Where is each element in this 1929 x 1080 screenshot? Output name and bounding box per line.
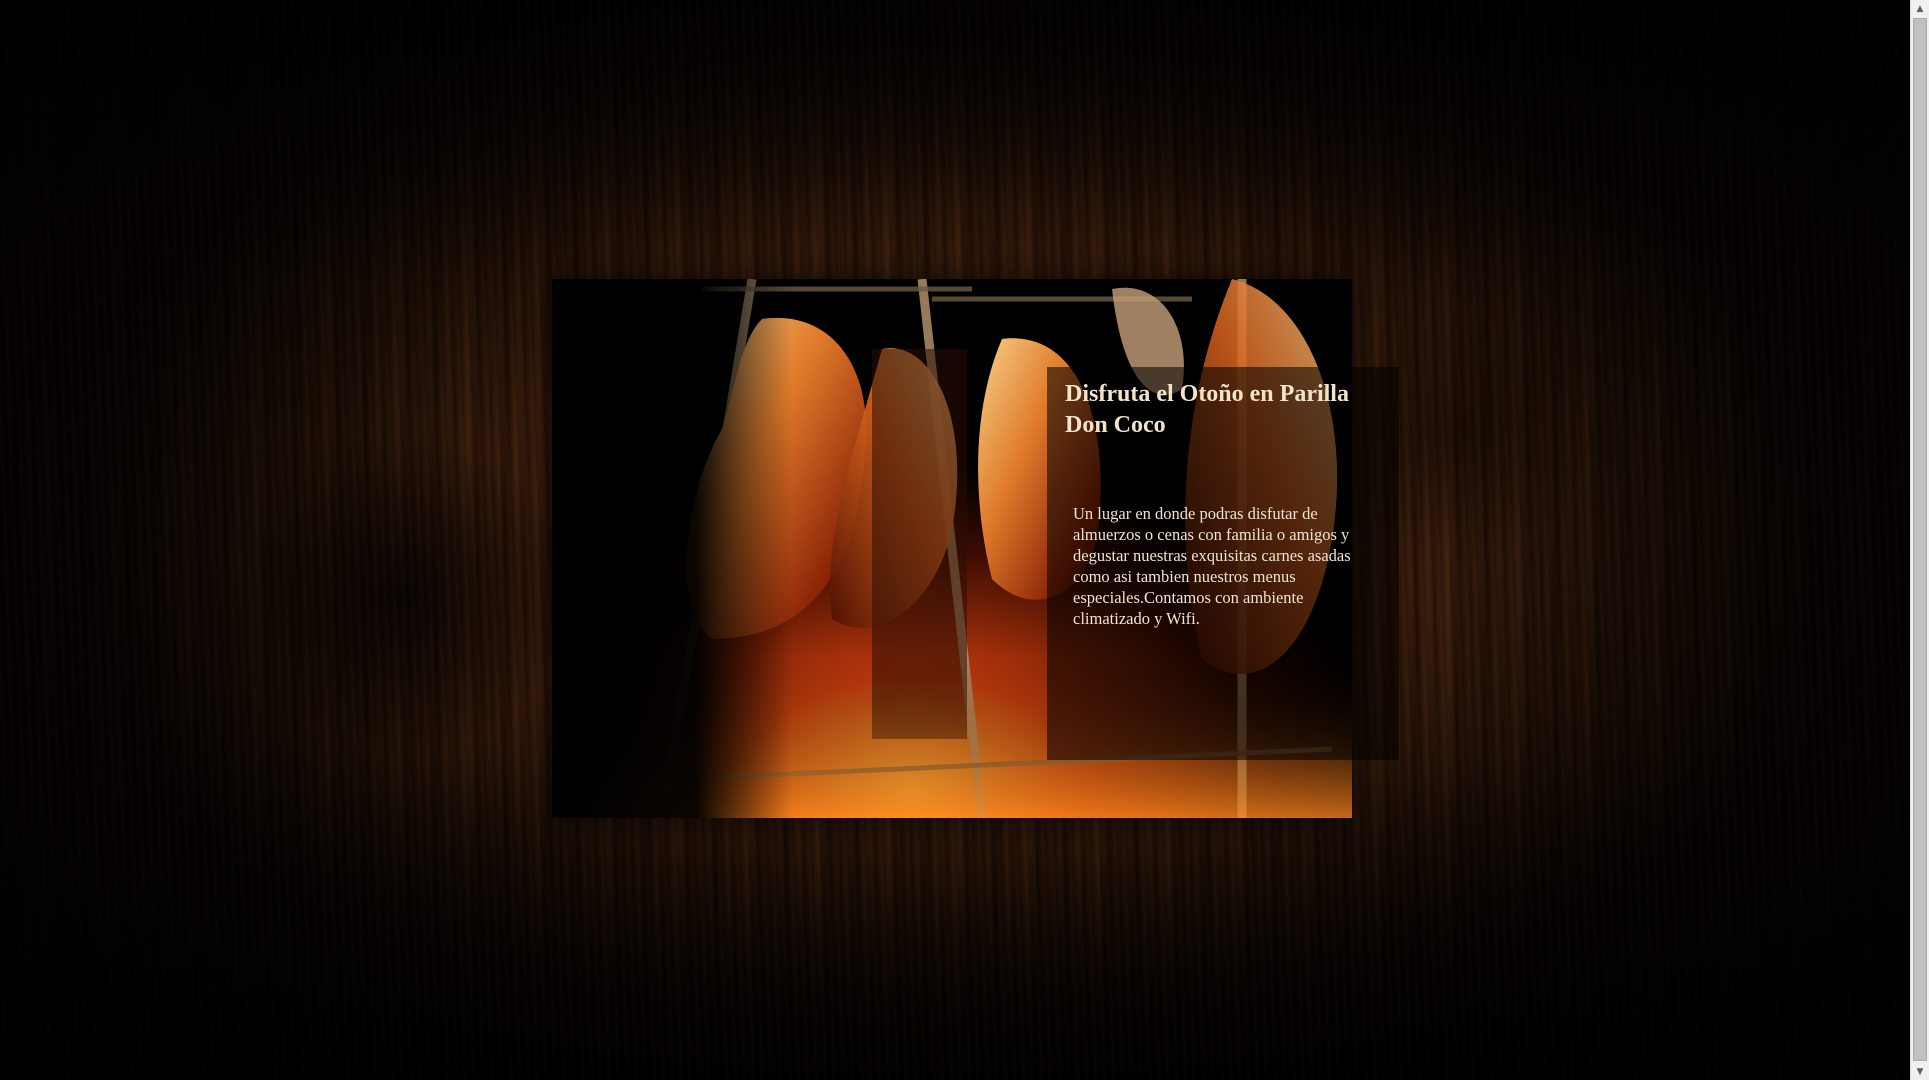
vertical-scrollbar[interactable]: ▲ ▼ bbox=[1910, 0, 1929, 1080]
triangle-up-icon: ▲ bbox=[1916, 3, 1924, 14]
triangle-down-icon: ▼ bbox=[1916, 1066, 1924, 1077]
promo-overlay: Disfruta el Otoño en Parilla Don Coco Un… bbox=[1047, 367, 1399, 760]
scroll-thumb[interactable] bbox=[1913, 18, 1927, 1061]
scroll-up-button[interactable]: ▲ bbox=[1911, 0, 1929, 17]
promo-description: Un lugar en donde podras disfutar de alm… bbox=[1073, 504, 1351, 628]
promo-title: Disfruta el Otoño en Parilla Don Coco bbox=[1065, 381, 1349, 438]
scroll-down-button[interactable]: ▼ bbox=[1911, 1063, 1929, 1080]
wood-background: Disfruta el Otoño en Parilla Don Coco Un… bbox=[0, 0, 1910, 1080]
